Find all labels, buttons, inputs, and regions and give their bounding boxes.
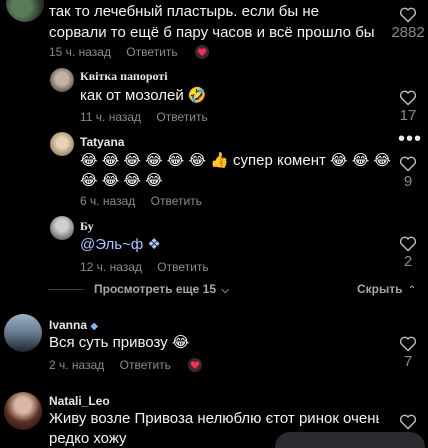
reply-author[interactable]: Tatyana: [80, 135, 124, 149]
heart-icon: [399, 90, 417, 106]
avatar[interactable]: [50, 132, 74, 156]
thread-controls: Просмотреть еще 15 ⌵ Скрыть ⌃: [0, 280, 428, 300]
heart-icon: [399, 156, 417, 172]
reply-item: Бу @Эль~ф ❖ 12 ч. назад Ответить 2: [0, 210, 428, 274]
like-button[interactable]: 7: [388, 336, 428, 370]
comment-meta: 2 ч. назад Ответить: [49, 358, 171, 372]
reply-meta: 12 ч. назад Ответить: [80, 260, 209, 274]
like-count: 17: [399, 107, 417, 124]
comment-text-line2: редко хожу: [49, 430, 127, 447]
comment-author[interactable]: Ivanna ◆: [49, 318, 98, 332]
like-count: 2: [403, 253, 413, 270]
avatar[interactable]: [4, 392, 42, 430]
like-button[interactable]: 9: [388, 156, 428, 190]
reply-text-line1: 😂 😂 😂 😂 😂 😂 👍 супер комент 😂 😂 😂 😂: [80, 152, 390, 169]
comment-text-line1: Живу возле Привоза нелюблю єтот ринок оч…: [49, 410, 379, 427]
comment-top: так то лечебный пластырь. если бы не сор…: [0, 0, 428, 62]
reply-author[interactable]: Квітка папороті: [80, 69, 168, 84]
comment-item: Ivanna ◆ Вся суть привозу 😂 2 ч. назад О…: [0, 312, 428, 382]
comment-time: 15 ч. назад: [49, 45, 111, 59]
comment-text: Вся суть привозу 😂: [49, 334, 190, 351]
hide-replies-button[interactable]: Скрыть ⌃: [357, 282, 416, 296]
view-more-replies-button[interactable]: Просмотреть еще 15 ⌵: [94, 282, 229, 296]
reply-text-line2: 😂 😂 😂 😂: [80, 172, 163, 189]
hide-label: Скрыть: [357, 282, 403, 296]
avatar[interactable]: [4, 314, 42, 352]
creator-liked-badge: [195, 45, 209, 59]
reply-meta: 11 ч. назад Ответить: [80, 110, 208, 124]
like-count: 9: [403, 173, 413, 190]
like-button[interactable]: 2882: [388, 7, 428, 41]
reply-button[interactable]: Ответить: [151, 194, 202, 208]
chevron-up-icon: ⌃: [407, 285, 417, 296]
reply-time: 6 ч. назад: [80, 194, 136, 208]
chevron-down-icon: ⌵: [221, 285, 229, 296]
reply-meta: 6 ч. назад Ответить: [80, 194, 202, 208]
reply-item: Квітка папороті как от мозолей 🤣 11 ч. н…: [0, 62, 428, 126]
comment-input-pill[interactable]: [275, 432, 425, 448]
view-more-label: Просмотреть еще 15: [94, 282, 217, 296]
reply-button[interactable]: Ответить: [157, 260, 208, 274]
heart-icon: [399, 414, 417, 430]
avatar[interactable]: [6, 0, 44, 22]
creator-liked-badge: [188, 358, 202, 372]
reply-button[interactable]: Ответить: [120, 358, 171, 372]
like-count: 2882: [391, 24, 425, 41]
like-count: 7: [403, 353, 413, 370]
divider: [48, 289, 84, 290]
avatar[interactable]: [50, 216, 74, 240]
reply-author[interactable]: Бу: [80, 219, 94, 234]
comment-time: 2 ч. назад: [49, 358, 105, 372]
avatar[interactable]: [50, 68, 74, 92]
reply-mention[interactable]: @Эль~ф ❖: [80, 234, 161, 255]
more-options-icon[interactable]: •••: [398, 128, 422, 151]
heart-icon: [399, 236, 417, 252]
heart-icon: [399, 7, 417, 23]
like-button[interactable]: 2: [388, 236, 428, 270]
reply-item: Tatyana ••• 😂 😂 😂 😂 😂 😂 👍 супер комент 😂…: [0, 128, 428, 208]
like-button[interactable]: 17: [388, 90, 428, 124]
heart-icon: [399, 336, 417, 352]
comment-meta: 15 ч. назад Ответить: [49, 45, 178, 59]
verified-diamond-icon: ◆: [90, 321, 99, 332]
reply-button[interactable]: Ответить: [126, 45, 177, 59]
reply-time: 11 ч. назад: [80, 110, 142, 124]
author-name: Ivanna: [49, 318, 88, 332]
reply-text: как от мозолей 🤣: [80, 87, 207, 104]
reply-time: 12 ч. назад: [80, 260, 142, 274]
reply-button[interactable]: Ответить: [156, 110, 207, 124]
comment-text: так то лечебный пластырь. если бы не сор…: [49, 3, 375, 41]
comment-author[interactable]: Natali_Leo: [49, 394, 110, 408]
